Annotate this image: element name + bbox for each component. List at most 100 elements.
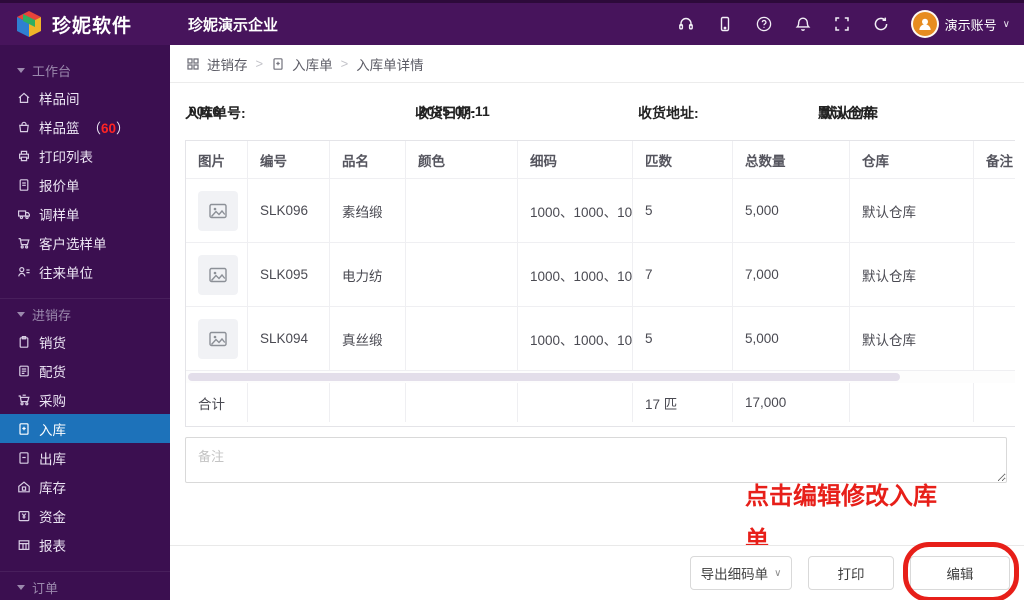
sidebar-section-inventory: 进销存 销货 配货 采购 入库 出库 库存 资金 报表 bbox=[0, 298, 170, 559]
app-logo[interactable]: 珍妮软件 bbox=[0, 9, 170, 39]
mobile-app-icon[interactable] bbox=[716, 15, 734, 33]
receive-address: 收货地址: bbox=[638, 105, 699, 121]
cell-total: 5,000 bbox=[733, 307, 850, 371]
sidebar-item-funds[interactable]: 资金 bbox=[0, 501, 170, 530]
top-bar: 珍妮软件 珍妮演示企业 演示账号 ∨ bbox=[0, 0, 1024, 45]
horizontal-scrollbar[interactable] bbox=[186, 371, 1015, 383]
order-number: 入库单号: 0016 bbox=[185, 103, 246, 121]
cart-full-icon bbox=[17, 393, 31, 407]
user-avatar bbox=[910, 10, 939, 38]
logo-text: 珍妮软件 bbox=[52, 15, 133, 37]
sidebar-section-header-inventory[interactable]: 进销存 bbox=[0, 301, 170, 327]
table-row: SLK095 电力纺 1000、1000、1000 7 7,000 默认仓库 bbox=[186, 243, 1015, 307]
cell-total: 5,000 bbox=[733, 179, 850, 243]
cell-sizes: 1000、1000、1000 bbox=[518, 307, 633, 371]
table-summary-row: 合计 17 匹 17,000 bbox=[186, 383, 1015, 422]
breadcrumb-inventory[interactable]: 进销存 bbox=[207, 54, 248, 74]
cell-remark bbox=[974, 179, 1015, 243]
company-title: 珍妮演示企业 bbox=[188, 16, 279, 34]
list-document-icon bbox=[17, 364, 31, 378]
order-info-row: 入库单号: 0016 收货日期: 2025-07-11 收货地址: 默认仓库: … bbox=[170, 103, 1024, 125]
sidebar-item-reports[interactable]: 报表 bbox=[0, 530, 170, 559]
cell-name: 素绉缎 bbox=[330, 179, 406, 243]
basket-count-badge: 60 bbox=[101, 120, 117, 136]
breadcrumb-current: 入库单详情 bbox=[356, 57, 424, 73]
user-name: 演示账号 bbox=[944, 17, 997, 33]
summary-pieces: 17 匹 bbox=[633, 383, 733, 422]
notifications-bell-icon[interactable] bbox=[794, 15, 812, 33]
column-header-image: 图片 bbox=[186, 141, 248, 179]
cell-remark bbox=[974, 307, 1015, 371]
caret-down-icon bbox=[17, 584, 25, 590]
footer-action-bar: 导出细码单 ∨ 打印 编辑 bbox=[170, 545, 1024, 600]
money-icon bbox=[17, 509, 31, 523]
sidebar-item-quotation[interactable]: 报价单 bbox=[0, 170, 170, 199]
sidebar-item-business-partners[interactable]: 往来单位 bbox=[0, 257, 170, 286]
print-button[interactable]: 打印 bbox=[808, 556, 894, 590]
help-icon[interactable] bbox=[755, 15, 773, 33]
document-icon bbox=[17, 178, 31, 192]
sidebar-item-sample-room[interactable]: 样品间 bbox=[0, 83, 170, 112]
sidebar-section-workbench: 工作台 样品间 样品篮 （60） 打印列表 报价单 调样单 客户选样单 往来单位 bbox=[0, 57, 170, 286]
sidebar-item-allocation[interactable]: 配货 bbox=[0, 356, 170, 385]
clipboard-icon bbox=[17, 335, 31, 349]
cell-sizes: 1000、1000、1000 bbox=[518, 243, 633, 307]
fullscreen-icon[interactable] bbox=[833, 15, 851, 33]
table-row: SLK094 真丝缎 1000、1000、1000 5 5,000 默认仓库 bbox=[186, 307, 1015, 371]
cell-color bbox=[406, 243, 518, 307]
edit-button[interactable]: 编辑 bbox=[910, 556, 1010, 590]
cell-remark bbox=[974, 243, 1015, 307]
table-header-row: 图片 编号 品名 颜色 细码 匹数 总数量 仓库 备注 bbox=[186, 141, 1015, 179]
sidebar-nav: 工作台 样品间 样品篮 （60） 打印列表 报价单 调样单 客户选样单 往来单位… bbox=[0, 45, 170, 600]
product-image-placeholder[interactable] bbox=[198, 254, 238, 295]
topbar-actions: 演示账号 ∨ bbox=[677, 10, 1024, 38]
column-header-remark: 备注 bbox=[974, 141, 1015, 179]
column-header-sizes: 细码 bbox=[518, 141, 633, 179]
refresh-icon[interactable] bbox=[872, 15, 890, 33]
cell-pieces: 5 bbox=[633, 179, 733, 243]
sidebar-item-print-list[interactable]: 打印列表 bbox=[0, 141, 170, 170]
product-image-placeholder[interactable] bbox=[198, 190, 238, 231]
summary-total: 17,000 bbox=[733, 383, 850, 422]
sidebar-item-customer-selection[interactable]: 客户选样单 bbox=[0, 228, 170, 257]
cell-warehouse: 默认仓库 bbox=[850, 243, 974, 307]
sidebar-item-stock[interactable]: 库存 bbox=[0, 472, 170, 501]
horizontal-scrollbar-thumb[interactable] bbox=[188, 373, 900, 381]
column-header-warehouse: 仓库 bbox=[850, 141, 974, 179]
truck-icon bbox=[17, 207, 31, 221]
cell-total: 7,000 bbox=[733, 243, 850, 307]
cell-warehouse: 默认仓库 bbox=[850, 179, 974, 243]
sidebar-item-sales[interactable]: 销货 bbox=[0, 327, 170, 356]
column-header-pieces: 匹数 bbox=[633, 141, 733, 179]
sidebar-item-sample-transfer[interactable]: 调样单 bbox=[0, 199, 170, 228]
sidebar-item-outbound[interactable]: 出库 bbox=[0, 443, 170, 472]
basket-icon bbox=[17, 120, 31, 134]
caret-down-icon bbox=[17, 67, 25, 73]
shopping-cart-icon bbox=[17, 236, 31, 250]
cell-sizes: 1000、1000、1000 bbox=[518, 179, 633, 243]
cell-name: 真丝缎 bbox=[330, 307, 406, 371]
sidebar-item-purchasing[interactable]: 采购 bbox=[0, 385, 170, 414]
cell-pieces: 7 bbox=[633, 243, 733, 307]
logo-cube-icon bbox=[17, 11, 41, 37]
chevron-down-icon: ∨ bbox=[774, 567, 782, 579]
cell-name: 电力纺 bbox=[330, 243, 406, 307]
contacts-icon bbox=[17, 265, 31, 279]
document-plus-icon bbox=[17, 422, 31, 436]
product-image-placeholder[interactable] bbox=[198, 318, 238, 359]
breadcrumb-separator: > bbox=[255, 56, 264, 71]
cell-code: SLK096 bbox=[248, 179, 330, 243]
breadcrumb-inbound-order[interactable]: 入库单 bbox=[292, 54, 333, 74]
export-size-sheet-button[interactable]: 导出细码单 ∨ bbox=[690, 556, 792, 590]
document-minus-icon bbox=[17, 451, 31, 465]
sidebar-section-header-orders[interactable]: 订单 bbox=[0, 574, 170, 600]
sidebar-section-header-workbench[interactable]: 工作台 bbox=[0, 57, 170, 83]
sidebar-item-sample-basket[interactable]: 样品篮 （60） bbox=[0, 112, 170, 141]
sidebar-item-inbound[interactable]: 入库 bbox=[0, 414, 170, 443]
cell-color bbox=[406, 179, 518, 243]
column-header-total: 总数量 bbox=[733, 141, 850, 179]
default-warehouse: 默认仓库: 默认仓库 bbox=[818, 105, 879, 121]
headset-support-icon[interactable] bbox=[677, 15, 695, 33]
user-menu[interactable]: 演示账号 ∨ bbox=[910, 10, 1010, 38]
document-plus-icon bbox=[271, 57, 285, 71]
